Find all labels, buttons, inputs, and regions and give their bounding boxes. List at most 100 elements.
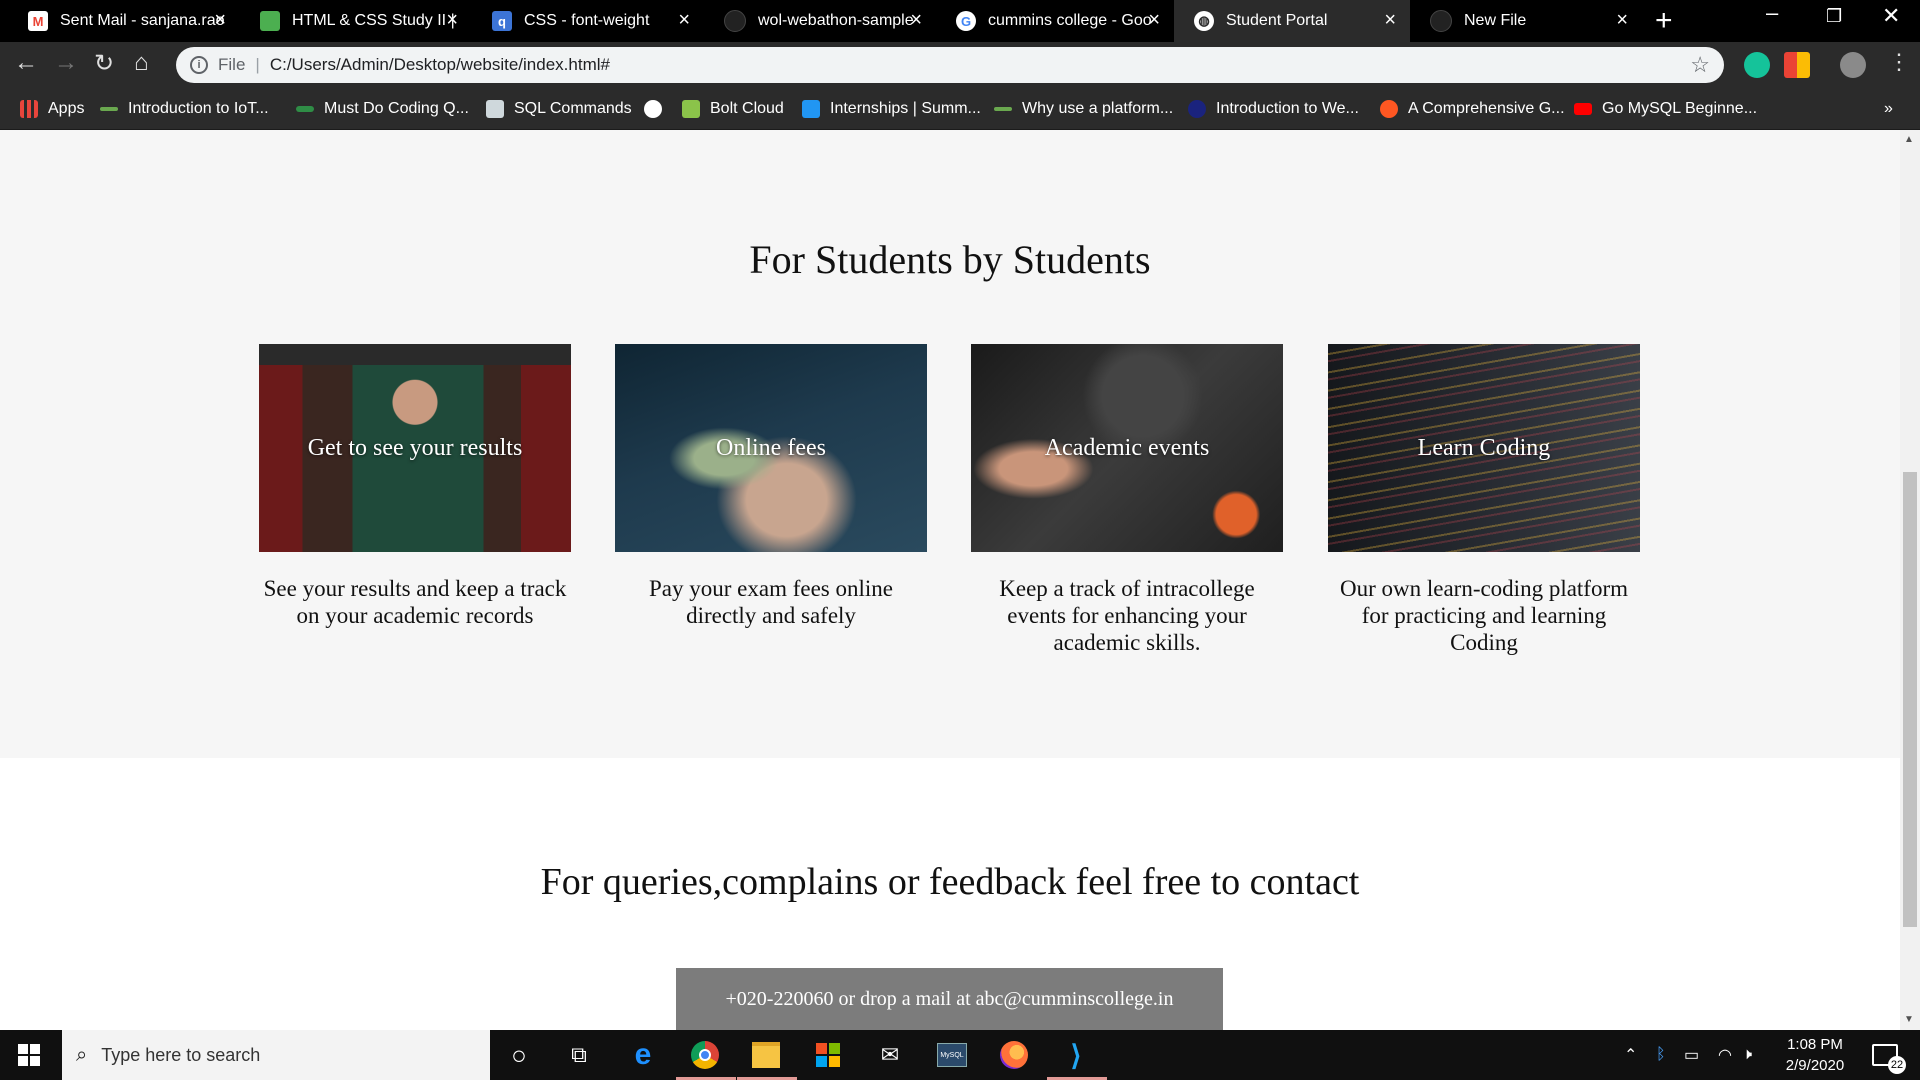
mysql-workbench-icon[interactable]: MySQL [936, 1039, 968, 1071]
tab-student-portal[interactable]: ◍ Student Portal × [1174, 0, 1410, 42]
bookmarks-overflow-button[interactable]: » [1884, 88, 1893, 130]
bookmark-coding[interactable]: Must Do Coding Q... [296, 88, 469, 130]
tab-gmail[interactable]: M Sent Mail - sanjana.rao × [8, 0, 240, 42]
url-scheme-label: File [218, 55, 246, 74]
forward-icon[interactable]: → [54, 49, 78, 77]
close-icon[interactable]: × [1148, 9, 1160, 32]
search-icon: ⌕ [76, 1043, 88, 1066]
close-window-icon[interactable]: ✕ [1882, 3, 1900, 29]
windows-taskbar: ⌕ Type here to search ○ ⧉ e ✉ MySQL ⟩ ⌃ … [0, 1030, 1920, 1080]
card-image-label: Get to see your results [307, 434, 523, 461]
home-icon[interactable]: ⌂ [134, 49, 149, 77]
bookmark-label: Go MySQL Beginne... [1602, 100, 1758, 117]
reload-icon[interactable]: ↻ [94, 49, 114, 78]
bookmark-label: A Comprehensive G... [1408, 100, 1565, 117]
tab-title: CSS - font-weight [524, 12, 650, 29]
search-placeholder: Type here to search [101, 1044, 261, 1065]
tab-title: New File [1464, 12, 1527, 29]
close-icon[interactable]: × [910, 9, 922, 32]
bookmark-intro-web[interactable]: Introduction to We... [1188, 88, 1359, 130]
bookmark-apps[interactable]: Apps [20, 88, 84, 130]
code-on-screen-image: Learn Coding [1328, 344, 1640, 552]
close-icon[interactable]: × [678, 9, 690, 32]
volume-muted-icon[interactable]: 🕨 [1742, 1030, 1752, 1080]
extension-icon[interactable] [1784, 52, 1810, 78]
tab-wol-webathon[interactable]: wol-webathon-sample × [704, 0, 936, 42]
edge-icon[interactable]: e [627, 1038, 659, 1071]
hands-counting-money-image: Online fees [615, 344, 927, 552]
bookmark-star-icon[interactable]: ☆ [1690, 52, 1710, 78]
course-icon [260, 11, 280, 31]
bookmark-label: Apps [48, 100, 85, 117]
bookmark-bolt-cloud[interactable]: Bolt Cloud [682, 88, 784, 130]
page-scrollbar[interactable]: ▲ ▼ [1900, 130, 1920, 1030]
tab-new-file[interactable]: New File × [1410, 0, 1642, 42]
bookmark-iot[interactable]: Introduction to IoT... [100, 88, 269, 130]
bookmark-internships[interactable]: Internships | Summ... [802, 88, 981, 130]
card-description: Pay your exam fees online directly and s… [649, 576, 893, 628]
close-icon[interactable]: × [1384, 9, 1396, 32]
tab-google-search[interactable]: G cummins college - Goo × [936, 0, 1174, 42]
bolt-icon [682, 100, 700, 118]
back-icon[interactable]: ← [14, 49, 38, 77]
clock-date: 2/9/2020 [1785, 1057, 1845, 1074]
circuit-board-soldering-image: Academic events [971, 344, 1283, 552]
notification-count-badge: 22 [1888, 1056, 1906, 1074]
profile-avatar[interactable] [1840, 52, 1866, 78]
tab-html-css-study[interactable]: HTML & CSS Study II | I × [240, 0, 472, 42]
gfg-icon [296, 106, 314, 112]
menu-kebab-icon[interactable]: ⋮ [1888, 49, 1910, 75]
card-image-label: Academic events [1044, 434, 1210, 461]
url-text[interactable]: C:/Users/Admin/Desktop/website/index.htm… [270, 55, 610, 75]
task-view-icon[interactable]: ⧉ [563, 1039, 595, 1071]
new-tab-button[interactable]: + [1655, 4, 1673, 38]
chrome-icon[interactable] [689, 1039, 721, 1071]
firefox-icon[interactable] [998, 1039, 1030, 1071]
store-icon[interactable] [812, 1039, 844, 1071]
file-explorer-icon[interactable] [750, 1039, 782, 1071]
close-icon[interactable]: × [1616, 9, 1628, 32]
vscode-icon[interactable]: ⟩ [1060, 1039, 1092, 1071]
grammarly-icon[interactable] [1744, 52, 1770, 78]
windows-start-icon[interactable] [18, 1044, 40, 1066]
features-section: For Students by Students Get to see your… [0, 130, 1900, 758]
tab-title: cummins college - Goo [988, 12, 1152, 29]
system-clock[interactable]: 1:08 PM 2/9/2020 [1770, 1034, 1860, 1076]
bookmark-mysql[interactable]: Go MySQL Beginne... [1574, 88, 1757, 130]
battery-icon[interactable]: ▭ [1684, 1030, 1699, 1080]
bookmark-label: Internships | Summ... [830, 100, 981, 117]
bluetooth-icon[interactable]: ᛒ [1656, 1030, 1666, 1080]
page-icon [486, 100, 504, 118]
cortana-icon[interactable]: ○ [503, 1039, 535, 1071]
youtube-icon [1574, 103, 1592, 115]
taskbar-search-box[interactable]: ⌕ Type here to search [62, 1030, 490, 1080]
dot-icon [1188, 100, 1206, 118]
tab-title: Sent Mail - sanjana.rao [60, 12, 225, 29]
globe-icon: ◍ [1194, 11, 1214, 31]
tab-strip: M Sent Mail - sanjana.rao × HTML & CSS S… [0, 0, 1920, 42]
chrome-icon [1380, 100, 1398, 118]
bookmark-label: Must Do Coding Q... [324, 100, 469, 117]
tab-css-font-weight[interactable]: q CSS - font-weight × [472, 0, 704, 42]
bookmarks-bar: Apps Introduction to IoT... Must Do Codi… [0, 88, 1920, 130]
bookmark-globe[interactable] [644, 88, 672, 130]
internshala-icon [802, 100, 820, 118]
bookmark-platform[interactable]: Why use a platform... [994, 88, 1173, 130]
bookmark-sql[interactable]: SQL Commands [486, 88, 632, 130]
address-bar[interactable]: i File | C:/Users/Admin/Desktop/website/… [176, 47, 1724, 83]
bookmark-label: Bolt Cloud [710, 100, 784, 117]
mail-icon[interactable]: ✉ [874, 1039, 906, 1071]
tab-title: Student Portal [1226, 12, 1328, 29]
close-icon[interactable]: × [214, 9, 226, 32]
scroll-down-arrow-icon[interactable]: ▼ [1904, 1014, 1914, 1025]
show-hidden-icons-button[interactable]: ⌃ [1624, 1030, 1637, 1080]
wifi-icon[interactable]: ◠ [1718, 1030, 1732, 1080]
minimize-icon[interactable]: – [1766, 0, 1778, 26]
info-icon[interactable]: i [190, 56, 208, 74]
scroll-thumb[interactable] [1903, 472, 1917, 927]
bookmark-comprehensive[interactable]: A Comprehensive G... [1380, 88, 1565, 130]
scroll-up-arrow-icon[interactable]: ▲ [1904, 134, 1914, 145]
close-icon[interactable]: × [446, 9, 458, 32]
notifications-icon[interactable]: 22 [1872, 1030, 1906, 1080]
restore-icon[interactable]: ❐ [1826, 6, 1842, 27]
